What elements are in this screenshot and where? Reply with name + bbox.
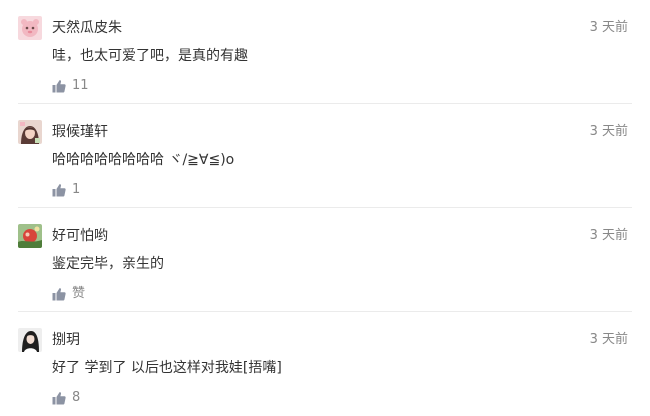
red-green-avatar-icon[interactable] [18, 224, 42, 248]
comment-time: 3 天前 [589, 332, 628, 347]
comment-time: 3 天前 [589, 228, 628, 243]
comment-text: 鉴定完毕，亲生的 [52, 256, 164, 272]
comment-text: 哈哈哈哈哈哈哈哈 ヾ/≧∀≦)o [52, 152, 235, 168]
like-button[interactable]: 赞 [52, 283, 85, 305]
comment-item: 天然瓜皮朱 3 天前 哇，也太可爱了吧，是真的有趣 11 [0, 0, 650, 104]
comment-item: 捌玥 3 天前 好了 学到了 以后也这样对我娃[捂嘴] 8 [0, 312, 650, 416]
comment-time: 3 天前 [589, 124, 628, 139]
like-count: 赞 [72, 286, 86, 301]
like-button[interactable]: 1 [52, 179, 80, 201]
thumbs-up-icon [52, 80, 66, 93]
comment-time: 3 天前 [589, 20, 628, 35]
comment-username[interactable]: 好可怕哟 [52, 225, 108, 247]
thumbs-up-icon [52, 288, 66, 301]
comment-item: 瑕候瑾轩 3 天前 哈哈哈哈哈哈哈哈 ヾ/≧∀≦)o 1 [0, 104, 650, 208]
comment-item: 好可怕哟 3 天前 鉴定完毕，亲生的 赞 [0, 208, 650, 312]
pink-cartoon-avatar-icon[interactable] [18, 16, 42, 40]
like-count: 1 [72, 182, 81, 197]
comment-text: 好了 学到了 以后也这样对我娃[捂嘴] [52, 360, 282, 376]
comment-username[interactable]: 瑕候瑾轩 [52, 121, 108, 143]
girl-photo-avatar-icon[interactable] [18, 120, 42, 144]
comment-username[interactable]: 捌玥 [52, 329, 80, 351]
like-count: 11 [72, 78, 89, 93]
like-button[interactable]: 11 [52, 75, 89, 97]
comment-username[interactable]: 天然瓜皮朱 [52, 17, 122, 39]
like-button[interactable]: 8 [52, 387, 80, 409]
like-count: 8 [72, 390, 81, 405]
dark-hair-avatar-icon[interactable] [18, 328, 42, 352]
thumbs-up-icon [52, 184, 66, 197]
thumbs-up-icon [52, 392, 66, 405]
comment-text: 哇，也太可爱了吧，是真的有趣 [52, 48, 248, 64]
